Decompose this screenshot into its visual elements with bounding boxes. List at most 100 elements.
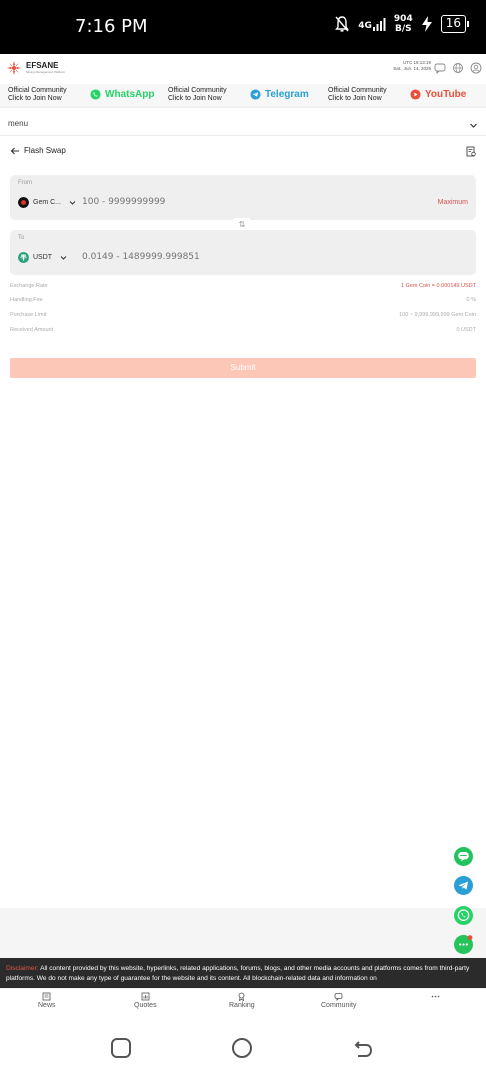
site-logo[interactable]: EFSANE Mining Management Platform — [6, 60, 65, 76]
info-key: Exchange Rate — [10, 283, 48, 289]
community-line: Official Community — [328, 87, 387, 94]
info-key: Received Amount — [10, 327, 54, 333]
system-navbar — [0, 1016, 486, 1080]
info-row-received-amount: Received Amount 0 USDT — [10, 327, 476, 339]
efsane-logo-icon — [7, 61, 21, 75]
community-cta: Click to Join Now — [8, 95, 62, 102]
info-value: 100 ~ 9,999,999,999 Gem Coin — [399, 312, 476, 318]
to-box: To USDT — [10, 230, 476, 275]
community-banner: Official Community Click to Join Now Wha… — [0, 84, 486, 108]
tab-label: News — [38, 1002, 56, 1009]
mute-bell-icon — [335, 16, 350, 32]
tab-label: Community — [321, 1002, 357, 1009]
charging-bolt-icon — [421, 16, 432, 32]
tab-community[interactable]: Community — [321, 992, 356, 1009]
net-speed: 904 B/S — [394, 14, 413, 34]
info-key: Purchase Limit — [10, 312, 47, 318]
chevron-down-icon — [69, 201, 76, 205]
line-chat-button[interactable] — [454, 847, 473, 866]
whatsapp-label: WhatsApp — [105, 89, 155, 100]
from-amount-input[interactable] — [82, 197, 382, 207]
from-coin-name: Gem C... — [33, 199, 62, 206]
chevron-down-icon — [60, 256, 67, 260]
youtube-icon — [410, 89, 421, 100]
tab-quotes[interactable]: Quotes — [134, 992, 157, 1009]
from-coin-select[interactable]: Gem C... — [18, 197, 76, 208]
message-icon — [454, 935, 473, 954]
telegram-button[interactable]: Telegram — [250, 89, 309, 100]
info-value: 0 USDT — [456, 327, 476, 333]
recents-icon[interactable] — [110, 1037, 132, 1059]
logo-subtitle: Mining Management Platform — [26, 70, 66, 74]
telegram-icon — [250, 89, 261, 100]
tab-label: Ranking — [229, 1002, 255, 1009]
info-value: 1 Gem Coin = 0.000149 USDT — [400, 283, 476, 289]
site-header: EFSANE Mining Management Platform UTC 19… — [0, 54, 486, 84]
chat-icon[interactable] — [434, 62, 446, 74]
status-bar: 7:16 PM 4G 904 B/S 16 — [0, 0, 486, 54]
quotes-icon — [141, 992, 150, 1001]
community-icon — [334, 993, 343, 1001]
from-label: From — [18, 180, 32, 186]
youtube-button[interactable]: YouTube — [410, 89, 466, 100]
signal-group: 4G — [358, 17, 386, 31]
telegram-float-button[interactable] — [454, 876, 473, 895]
info-row-exchange-rate: Exchange Rate 1 Gem Coin = 0.000149 USDT — [10, 283, 476, 295]
tab-ranking[interactable]: Ranking — [229, 992, 255, 1009]
submit-button[interactable]: Submit — [10, 358, 476, 378]
to-amount-input[interactable] — [82, 252, 382, 262]
to-coin-name: USDT — [33, 254, 53, 261]
more-icon — [431, 995, 440, 998]
community-cta: Click to Join Now — [168, 95, 222, 102]
history-record-icon[interactable] — [466, 146, 476, 157]
community-text-3: Official Community Click to Join Now — [328, 87, 387, 103]
battery-indicator: 16 — [440, 15, 470, 33]
line-icon — [454, 847, 473, 866]
telegram-icon — [454, 876, 473, 895]
disclaimer-label: Disclaimer: — [6, 965, 39, 972]
whatsapp-icon — [90, 89, 101, 100]
header-icons — [434, 62, 482, 74]
to-coin-select[interactable]: USDT — [18, 252, 67, 263]
app-screen: 7:16 PM 4G 904 B/S 16 EFSANE Mining Mana… — [0, 0, 486, 1080]
usdt-icon — [18, 252, 29, 263]
net-speed-value: 904 — [393, 14, 413, 24]
info-row-handling-fee: Handling Fee 0 % — [10, 297, 476, 309]
status-time: 7:16 PM — [75, 16, 148, 37]
community-text-2: Official Community Click to Join Now — [168, 87, 227, 103]
community-text-1: Official Community Click to Join Now — [8, 87, 67, 103]
status-icons: 4G 904 B/S 16 — [334, 14, 470, 34]
menu-dropdown[interactable]: menu — [0, 116, 486, 136]
utc-date: Sat., Jun. 14, 2025 — [393, 66, 431, 71]
home-icon[interactable] — [231, 1037, 253, 1059]
page-title: Flash Swap — [24, 146, 66, 155]
ranking-icon — [238, 992, 245, 1001]
whatsapp-icon — [454, 906, 473, 925]
community-line: Official Community — [8, 87, 67, 94]
gem-coin-icon — [18, 197, 29, 208]
maximum-button[interactable]: Maximum — [438, 199, 468, 206]
info-key: Handling Fee — [10, 297, 43, 303]
globe-icon[interactable] — [452, 62, 464, 74]
network-type: 4G — [358, 21, 372, 31]
telegram-label: Telegram — [265, 89, 309, 100]
chat-float-button[interactable] — [454, 935, 473, 954]
youtube-label: YouTube — [425, 89, 467, 100]
whatsapp-float-button[interactable] — [454, 906, 473, 925]
menu-label: menu — [8, 119, 29, 128]
tab-news[interactable]: News — [38, 992, 56, 1009]
info-row-purchase-limit: Purchase Limit 100 ~ 9,999,999,999 Gem C… — [10, 312, 476, 324]
page-titlebar: Flash Swap — [0, 142, 486, 162]
disclaimer-text: All content provided by this website, hy… — [6, 965, 470, 982]
tab-more[interactable] — [431, 992, 440, 1002]
disclaimer-bar: Disclaimer: All content provided by this… — [0, 958, 486, 988]
back-arrow-icon[interactable] — [10, 146, 20, 156]
bottom-tabbar: News Quotes Ranking Community — [0, 988, 486, 1016]
whatsapp-button[interactable]: WhatsApp — [90, 89, 154, 100]
chevron-down-icon — [470, 123, 477, 128]
news-icon — [42, 992, 51, 1001]
to-label: To — [18, 235, 25, 241]
user-icon[interactable] — [470, 62, 482, 74]
back-nav-icon[interactable] — [352, 1037, 374, 1059]
utc-clock: UTC 19:13:19 Sat., Jun. 14, 2025 — [383, 60, 431, 72]
